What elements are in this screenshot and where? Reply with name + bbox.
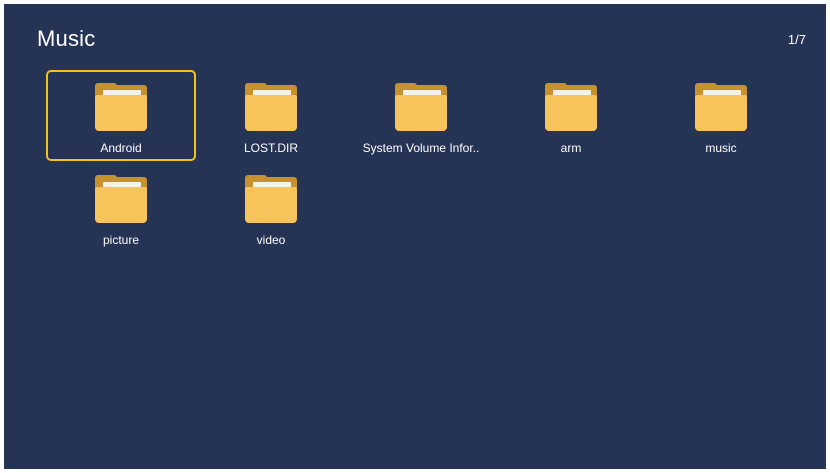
folder-label: picture <box>102 233 140 247</box>
folder-item-android[interactable]: Android <box>46 70 196 161</box>
page-title: Music <box>37 26 96 51</box>
folder-item-picture[interactable]: picture <box>46 162 196 253</box>
folder-item-music[interactable]: music <box>646 70 796 161</box>
folder-icon <box>245 175 297 223</box>
folder-icon <box>695 83 747 131</box>
folder-icon <box>395 83 447 131</box>
folder-label: video <box>256 233 286 247</box>
folder-label: arm <box>560 141 582 155</box>
folder-item-system-volume-information[interactable]: System Volume Infor.. <box>346 70 496 161</box>
folder-label: System Volume Infor.. <box>362 141 480 155</box>
folder-icon <box>545 83 597 131</box>
folder-label: Android <box>100 141 142 155</box>
folder-label: LOST.DIR <box>243 141 298 155</box>
folder-item-video[interactable]: video <box>196 162 346 253</box>
folder-icon <box>95 83 147 131</box>
folder-icon <box>95 175 147 223</box>
file-browser-screen: Music 1/7 Android LOST.DIR System Volume… <box>4 4 826 469</box>
folder-label: music <box>705 141 737 155</box>
folder-item-arm[interactable]: arm <box>496 70 646 161</box>
folder-item-lost-dir[interactable]: LOST.DIR <box>196 70 346 161</box>
page-indicator: 1/7 <box>787 32 806 47</box>
folder-icon <box>245 83 297 131</box>
